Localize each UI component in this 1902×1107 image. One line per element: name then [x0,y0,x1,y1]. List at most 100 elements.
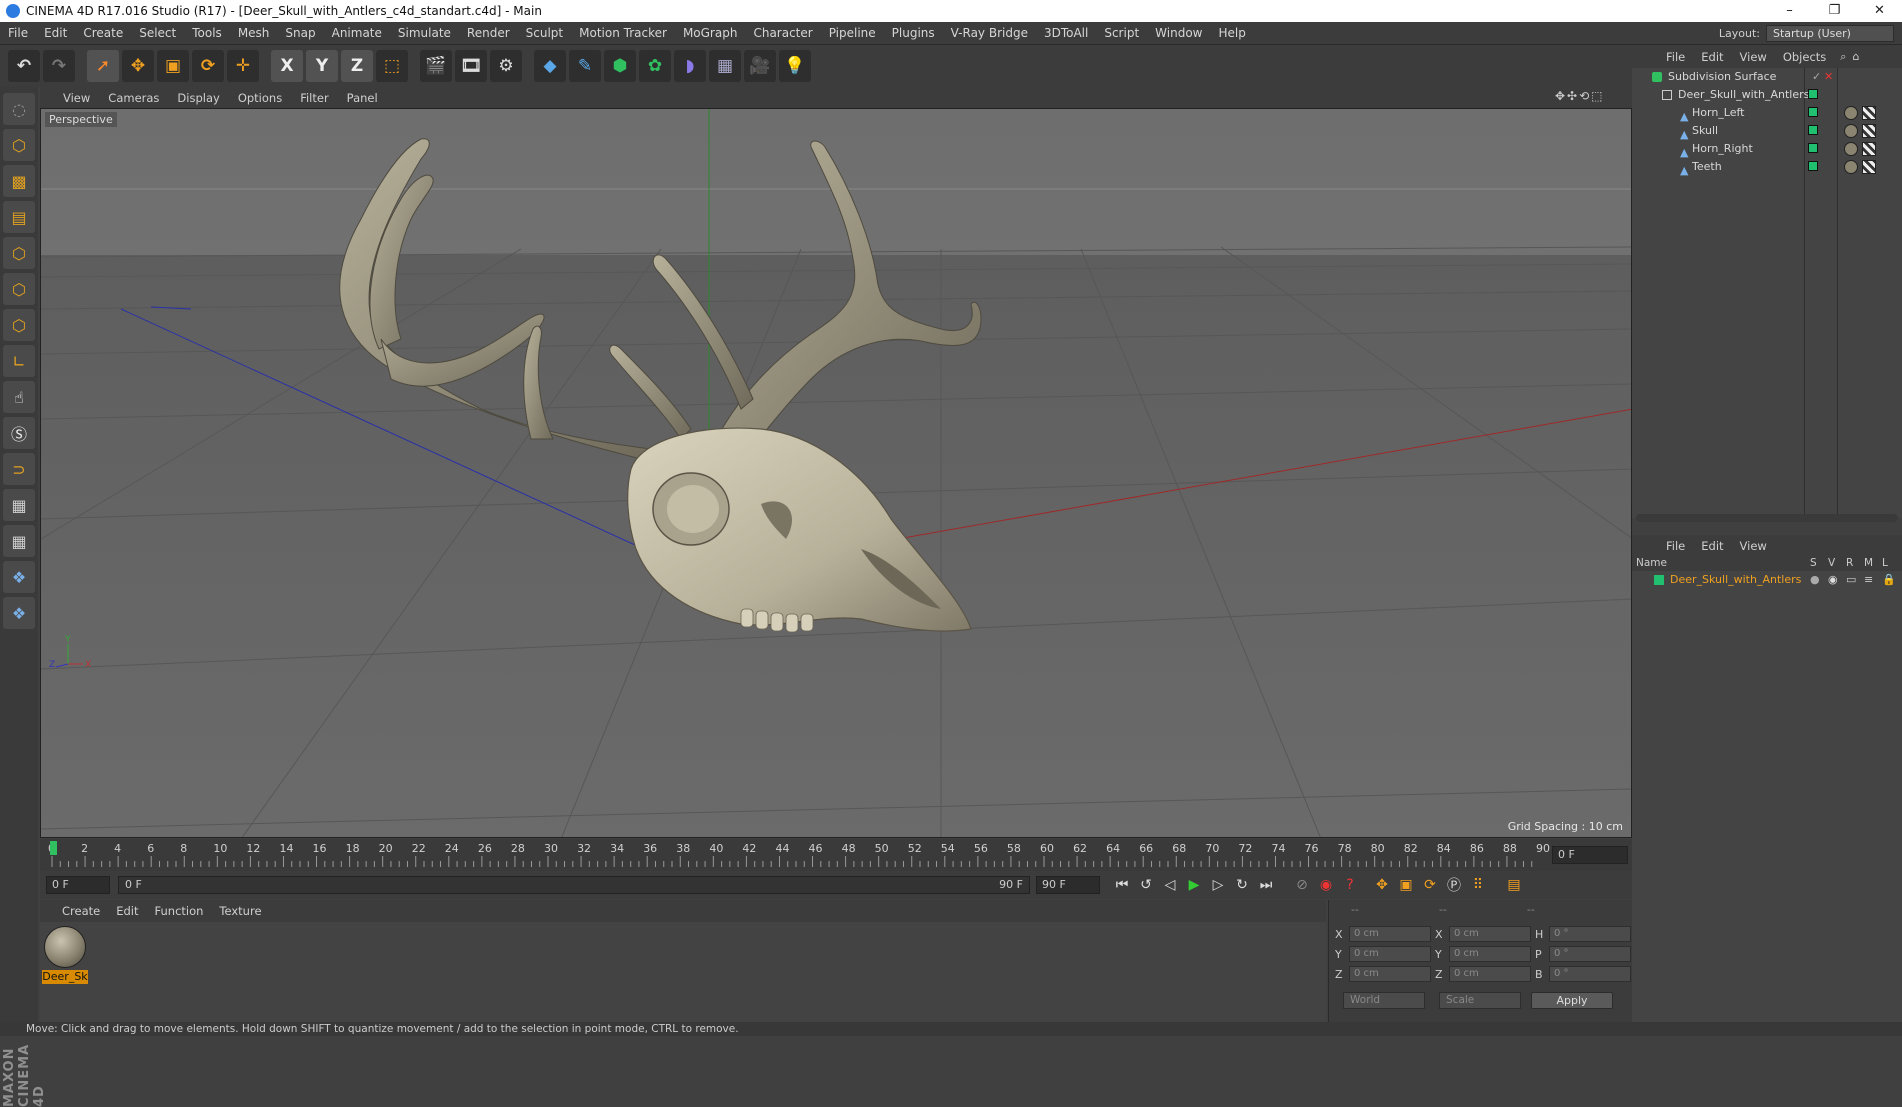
menu-pipeline[interactable]: Pipeline [821,26,884,40]
coordinate-space-dropdown[interactable]: World [1343,992,1425,1009]
edges-mode-icon[interactable]: ⬡ [3,273,35,305]
next-key-icon[interactable]: ↻ [1230,874,1254,896]
menu-tools[interactable]: Tools [184,26,230,40]
rot-p-field[interactable]: 0 ° [1549,946,1631,962]
start-frame-field[interactable]: 0 F [46,876,110,894]
3d-viewport[interactable]: Y X Z Perspective Grid Spacing : 10 cm [40,108,1632,838]
subdivision-generator-icon[interactable]: ⬢ [604,50,636,82]
coordinate-mode-dropdown[interactable]: Scale [1439,992,1521,1009]
minimize-button[interactable]: – [1767,0,1812,22]
texture-tag-icon[interactable] [1862,124,1876,138]
menu-snap[interactable]: Snap [277,26,323,40]
object-row-skull[interactable]: ▲ Skull [1632,122,1902,141]
viewport-menu-filter[interactable]: Filter [291,91,337,105]
layer-color-square[interactable] [1808,107,1818,117]
material-menu-function[interactable]: Function [147,904,212,918]
light-icon[interactable]: 💡 [779,50,811,82]
menu-motion-tracker[interactable]: Motion Tracker [571,26,675,40]
scale-tool-icon[interactable]: ▣ [157,50,189,82]
size-x-field[interactable]: 0 cm [1449,926,1531,942]
material-tag-icon[interactable] [1844,142,1858,156]
floor-icon[interactable]: ▦ [709,50,741,82]
select-tool-icon[interactable]: ➚ [87,50,119,82]
material-tag-icon[interactable] [1844,124,1858,138]
object-row-subdivision-surface[interactable]: Subdivision Surface ✓ ✕ [1632,68,1902,86]
python-script-2-icon[interactable]: ❖ [3,597,35,629]
layer-visible-icon[interactable]: ◉ [1828,573,1838,586]
disabled-x-icon[interactable]: ✕ [1824,68,1833,86]
camera-icon[interactable]: 🎥 [744,50,776,82]
preview-range-slider[interactable]: 0 F 90 F [118,876,1030,894]
texture-mode-icon[interactable]: ▩ [3,165,35,197]
layer-color-square[interactable] [1808,143,1818,153]
key-scale-icon[interactable]: ▣ [1394,874,1418,896]
object-manager-scrollbar[interactable] [1636,514,1898,522]
texture-tag-icon[interactable] [1862,142,1876,156]
apply-button[interactable]: Apply [1531,992,1613,1009]
viewport-menu-panel[interactable]: Panel [338,91,387,105]
material-menu-create[interactable]: Create [54,904,108,918]
snap-icon[interactable]: ⊃ [3,453,35,485]
menu-help[interactable]: Help [1210,26,1253,40]
polygons-mode-icon[interactable]: ⬡ [3,309,35,341]
playhead-marker[interactable] [50,841,57,855]
layer-render-icon[interactable]: ▭ [1846,573,1856,586]
render-view-icon[interactable]: 🎬 [420,50,452,82]
axis-z-lock-button[interactable]: Z [341,50,373,82]
key-pla-icon[interactable]: ⠿ [1466,874,1490,896]
menu-vray-bridge[interactable]: V-Ray Bridge [943,26,1036,40]
menu-plugins[interactable]: Plugins [884,26,943,40]
home-icon[interactable]: ⌂ [1852,50,1859,63]
key-parameter-icon[interactable]: Ⓟ [1442,874,1466,896]
axis-x-lock-button[interactable]: X [271,50,303,82]
live-select-icon[interactable]: ✛ [227,50,259,82]
undo-icon[interactable]: ↶ [8,50,40,82]
layout-dropdown[interactable]: Startup (User) [1766,25,1894,42]
menu-mograph[interactable]: MoGraph [675,26,746,40]
viewport-menu-display[interactable]: Display [168,91,228,105]
menu-mesh[interactable]: Mesh [230,26,278,40]
make-editable-icon[interactable]: ◌ [3,93,35,125]
material-name[interactable]: Deer_Sk [42,970,88,984]
cube-primitive-icon[interactable]: ◆ [534,50,566,82]
close-button[interactable]: ✕ [1857,0,1902,22]
material-tag-icon[interactable] [1844,106,1858,120]
end-frame-field[interactable]: 90 F [1036,876,1100,894]
render-settings-icon[interactable]: ⚙ [490,50,522,82]
texture-tag-icon[interactable] [1862,106,1876,120]
menu-animate[interactable]: Animate [324,26,390,40]
objects-menu-view[interactable]: View [1732,50,1775,64]
cloner-icon[interactable]: ✿ [639,50,671,82]
material-menu-texture[interactable]: Texture [211,904,269,918]
menu-character[interactable]: Character [745,26,820,40]
layer-lock-icon[interactable]: 🔒 [1882,573,1896,586]
menu-script[interactable]: Script [1096,26,1147,40]
model-mode-icon[interactable]: ⬡ [3,129,35,161]
object-row-deer-skull[interactable]: Deer_Skull_with_Antlers [1632,86,1902,104]
layer-check-icon[interactable]: ✓ [1812,68,1821,86]
viewport-menu-options[interactable]: Options [229,91,291,105]
search-icon[interactable]: ⌕ [1840,50,1846,64]
menu-simulate[interactable]: Simulate [390,26,459,40]
menu-file[interactable]: File [0,26,36,40]
pos-z-field[interactable]: 0 cm [1349,966,1431,982]
restore-button[interactable]: ❐ [1812,0,1857,22]
objects-menu-file[interactable]: File [1658,50,1693,64]
deformer-icon[interactable]: ◗ [674,50,706,82]
texture-tag-icon[interactable] [1862,160,1876,174]
solo-mode-icon[interactable]: Ⓢ [3,417,35,449]
menu-window[interactable]: Window [1147,26,1210,40]
render-picture-viewer-icon[interactable]: 🎞 [455,50,487,82]
pos-y-field[interactable]: 0 cm [1349,946,1431,962]
axis-mode-icon[interactable]: ∟ [3,345,35,377]
key-position-icon[interactable]: ✥ [1370,874,1394,896]
object-row-horn-left[interactable]: ▲ Horn_Left [1632,104,1902,123]
previous-key-icon[interactable]: ↺ [1134,874,1158,896]
layer-manager-icon[interactable]: ≡ [1864,573,1873,586]
viewport-navigation-icons[interactable]: ✥✣⟲⬚ [1555,89,1605,103]
viewport-menu-cameras[interactable]: Cameras [99,91,168,105]
viewport-menu-view[interactable]: View [54,91,99,105]
material-tag-icon[interactable] [1844,160,1858,174]
size-z-field[interactable]: 0 cm [1449,966,1531,982]
rotate-tool-icon[interactable]: ⟳ [192,50,224,82]
